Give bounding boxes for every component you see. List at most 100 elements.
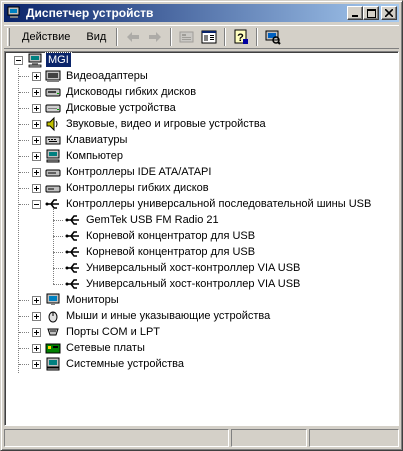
mouse-icon [45, 308, 61, 324]
category-expand-toggle[interactable] [32, 344, 41, 353]
category-label: Контроллеры гибких дисков [66, 182, 209, 194]
category-expand-toggle[interactable] [32, 168, 41, 177]
computer-icon [45, 148, 61, 164]
toolbar: Действие Вид ? [4, 25, 399, 49]
category-expand-toggle[interactable] [32, 328, 41, 337]
toolbar-separator [116, 28, 119, 46]
category-row[interactable]: Системные устройства [45, 356, 186, 372]
floppy-controller-icon [45, 180, 61, 196]
category-expand-toggle[interactable] [32, 296, 41, 305]
category-row[interactable]: Контроллеры IDE ATA/ATAPI [45, 164, 213, 180]
usb-device-row[interactable]: Универсальный хост-контроллер VIA USB [65, 260, 302, 276]
close-icon [385, 9, 393, 17]
maximize-icon [366, 8, 376, 18]
menu-action[interactable]: Действие [16, 29, 76, 45]
usb-device-row[interactable]: Универсальный хост-контроллер VIA USB [65, 276, 302, 292]
category-row[interactable]: Порты COM и LPT [45, 324, 162, 340]
category-row[interactable]: Дисководы гибких дисков [45, 84, 198, 100]
usb-device-label: Корневой концентратор для USB [86, 246, 256, 258]
computer-icon [27, 52, 43, 68]
usb-device-label: GemTek USB FM Radio 21 [86, 214, 219, 226]
category-row[interactable]: Звуковые, видео и игровые устройства [45, 116, 268, 132]
category-row[interactable]: Контроллеры универсальной последовательн… [45, 196, 373, 212]
category-label: Порты COM и LPT [66, 326, 160, 338]
properties-icon [179, 31, 194, 43]
minimize-button[interactable] [347, 6, 363, 20]
maximize-button[interactable] [363, 6, 379, 20]
usb-device-label: Универсальный хост-контроллер VIA USB [86, 278, 301, 290]
forward-arrow-icon [149, 32, 162, 42]
category-label: Дисководы гибких дисков [66, 86, 197, 98]
category-expand-toggle[interactable] [32, 360, 41, 369]
port-icon [45, 324, 61, 340]
tree-view-button[interactable] [198, 27, 220, 47]
scan-hardware-button[interactable] [262, 27, 284, 47]
toolbar-separator [256, 28, 259, 46]
back-arrow-icon [127, 32, 140, 42]
root-collapse-toggle[interactable] [14, 56, 23, 65]
category-label: Мыши и иные указывающие устройства [66, 310, 271, 322]
category-label: Контроллеры универсальной последовательн… [66, 198, 372, 210]
category-row[interactable]: Видеоадаптеры [45, 68, 150, 84]
help-icon: ? [234, 29, 249, 44]
scan-hardware-icon [265, 30, 281, 45]
usb-device-icon [65, 276, 81, 292]
category-expand-toggle[interactable] [32, 312, 41, 321]
status-pane-1 [4, 429, 229, 447]
category-label: Клавиатуры [66, 134, 128, 146]
category-label: Дисковые устройства [66, 102, 176, 114]
category-label: Видеоадаптеры [66, 70, 148, 82]
tree-root[interactable]: MGI [27, 52, 72, 68]
usb-device-icon [65, 260, 81, 276]
category-expand-toggle[interactable] [32, 72, 41, 81]
usb-device-row[interactable]: Корневой концентратор для USB [65, 244, 257, 260]
device-tree-pane[interactable]: MGI Видеоадаптеры Дисководы гибких дисков… [4, 51, 399, 426]
title-bar[interactable]: Диспетчер устройств [4, 4, 399, 22]
usb-device-icon [65, 244, 81, 260]
sound-device-icon [45, 116, 61, 132]
category-row[interactable]: Компьютер [45, 148, 125, 164]
category-expand-toggle[interactable] [32, 136, 41, 145]
category-expand-toggle[interactable] [32, 104, 41, 113]
status-pane-3 [309, 429, 399, 447]
status-bar [4, 429, 399, 447]
menu-view[interactable]: Вид [80, 29, 112, 45]
keyboard-icon [45, 132, 61, 148]
category-expand-toggle[interactable] [32, 200, 41, 209]
category-row[interactable]: Клавиатуры [45, 132, 129, 148]
category-row[interactable]: Сетевые платы [45, 340, 147, 356]
toolbar-grip[interactable] [7, 28, 10, 46]
toolbar-separator [224, 28, 227, 46]
monitor-icon [45, 292, 61, 308]
usb-device-row[interactable]: Корневой концентратор для USB [65, 228, 257, 244]
tree-view-icon [201, 30, 217, 44]
usb-device-row[interactable]: GemTek USB FM Radio 21 [65, 212, 221, 228]
close-button[interactable] [381, 6, 397, 20]
category-row[interactable]: Дисковые устройства [45, 100, 178, 116]
tree-root-label: MGI [45, 52, 72, 68]
category-expand-toggle[interactable] [32, 88, 41, 97]
device-manager-icon [6, 5, 22, 21]
toolbar-separator [170, 28, 173, 46]
usb-device-icon [65, 212, 81, 228]
disk-drive-icon [45, 100, 61, 116]
properties-button[interactable] [176, 27, 198, 47]
category-row[interactable]: Мониторы [45, 292, 121, 308]
device-manager-window: Диспетчер устройств Действие Вид ? MGI В… [0, 0, 403, 451]
category-label: Сетевые платы [66, 342, 145, 354]
category-label: Компьютер [66, 150, 123, 162]
forward-button[interactable] [144, 27, 166, 47]
device-tree[interactable]: MGI Видеоадаптеры Дисководы гибких дисков… [5, 52, 398, 425]
category-expand-toggle[interactable] [32, 120, 41, 129]
category-expand-toggle[interactable] [32, 184, 41, 193]
system-device-icon [45, 356, 61, 372]
category-row[interactable]: Контроллеры гибких дисков [45, 180, 211, 196]
category-label: Мониторы [66, 294, 119, 306]
help-button[interactable]: ? [230, 27, 252, 47]
usb-device-label: Универсальный хост-контроллер VIA USB [86, 262, 301, 274]
category-row[interactable]: Мыши и иные указывающие устройства [45, 308, 272, 324]
category-expand-toggle[interactable] [32, 152, 41, 161]
back-button[interactable] [122, 27, 144, 47]
usb-device-icon [65, 228, 81, 244]
floppy-drive-icon [45, 84, 61, 100]
